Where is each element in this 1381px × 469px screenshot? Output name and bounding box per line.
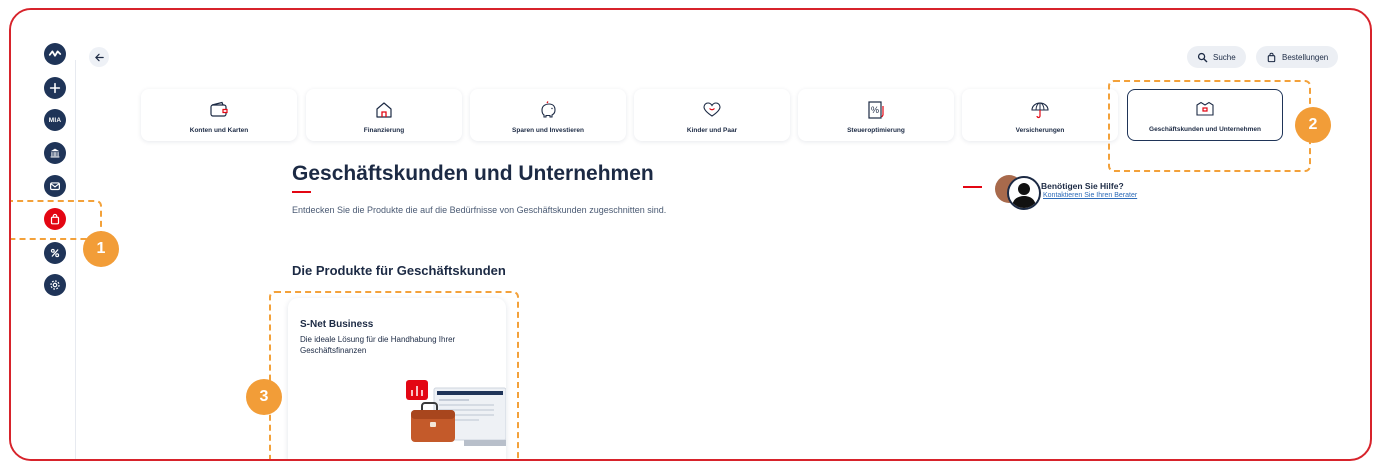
person-icon [1012,183,1036,208]
category-label: Konten und Karten [189,127,249,134]
category-versicherungen[interactable]: Versicherungen [962,89,1118,141]
search-icon [1197,52,1208,62]
category-label: Finanzierung [363,127,405,134]
category-sparen-und-investieren[interactable]: Sparen und Investieren [470,89,626,141]
title-underline [292,191,311,193]
mail-icon[interactable] [44,175,66,197]
tax-percent-icon: % [868,101,884,119]
back-button[interactable] [89,47,109,67]
category-kinder-und-paar[interactable]: Kinder und Paar [634,89,790,141]
contact-advisor-link[interactable]: Kontaktieren Sie Ihren Berater [1043,192,1137,199]
app-frame: MIA Suche Bestellungen Konten und Karten… [9,8,1372,461]
category-finanzierung[interactable]: Finanzierung [306,89,462,141]
heart-icon [703,102,721,117]
annotation-outline-1 [11,200,102,240]
category-steueroptimierung[interactable]: % Steueroptimierung [798,89,954,141]
orders-label: Bestellungen [1282,52,1329,62]
help-divider [963,186,982,188]
activity-icon[interactable] [44,43,66,65]
mia-label: MIA [48,116,62,124]
avatar [1007,176,1041,210]
bag-icon [1267,52,1276,62]
mia-icon[interactable]: MIA [44,109,66,131]
category-konten-und-karten[interactable]: Konten und Karten [141,89,297,141]
annotation-badge-3: 3 [246,379,282,415]
page-subtitle: Entdecken Sie die Produkte die auf die B… [292,205,667,215]
umbrella-icon [1031,102,1049,119]
percent-icon[interactable] [44,242,66,264]
annotation-badge-1: 1 [83,231,119,267]
page-title: Geschäftskunden und Unternehmen [292,162,654,185]
plus-icon[interactable] [44,77,66,99]
category-label: Kinder und Paar [686,127,738,134]
sidebar-divider [75,60,76,459]
settings-icon[interactable] [44,274,66,296]
category-label: Sparen und Investieren [512,127,584,134]
annotation-badge-2: 2 [1295,107,1331,143]
products-section-title: Die Produkte für Geschäftskunden [292,263,506,278]
search-button[interactable]: Suche [1187,46,1246,68]
wallet-icon [210,101,228,117]
piggy-bank-icon [541,101,556,118]
house-icon [376,102,392,118]
category-label: Versicherungen [1015,127,1065,134]
annotation-outline-2 [1108,80,1311,172]
category-label: Steueroptimierung [847,127,905,134]
arrow-left-icon [94,53,104,61]
help-title: Benötigen Sie Hilfe? [1041,181,1124,191]
bank-icon[interactable] [44,142,66,164]
orders-button[interactable]: Bestellungen [1256,46,1339,68]
annotation-outline-3 [269,291,519,459]
search-label: Suche [1213,52,1236,62]
svg-text:%: % [871,105,879,115]
